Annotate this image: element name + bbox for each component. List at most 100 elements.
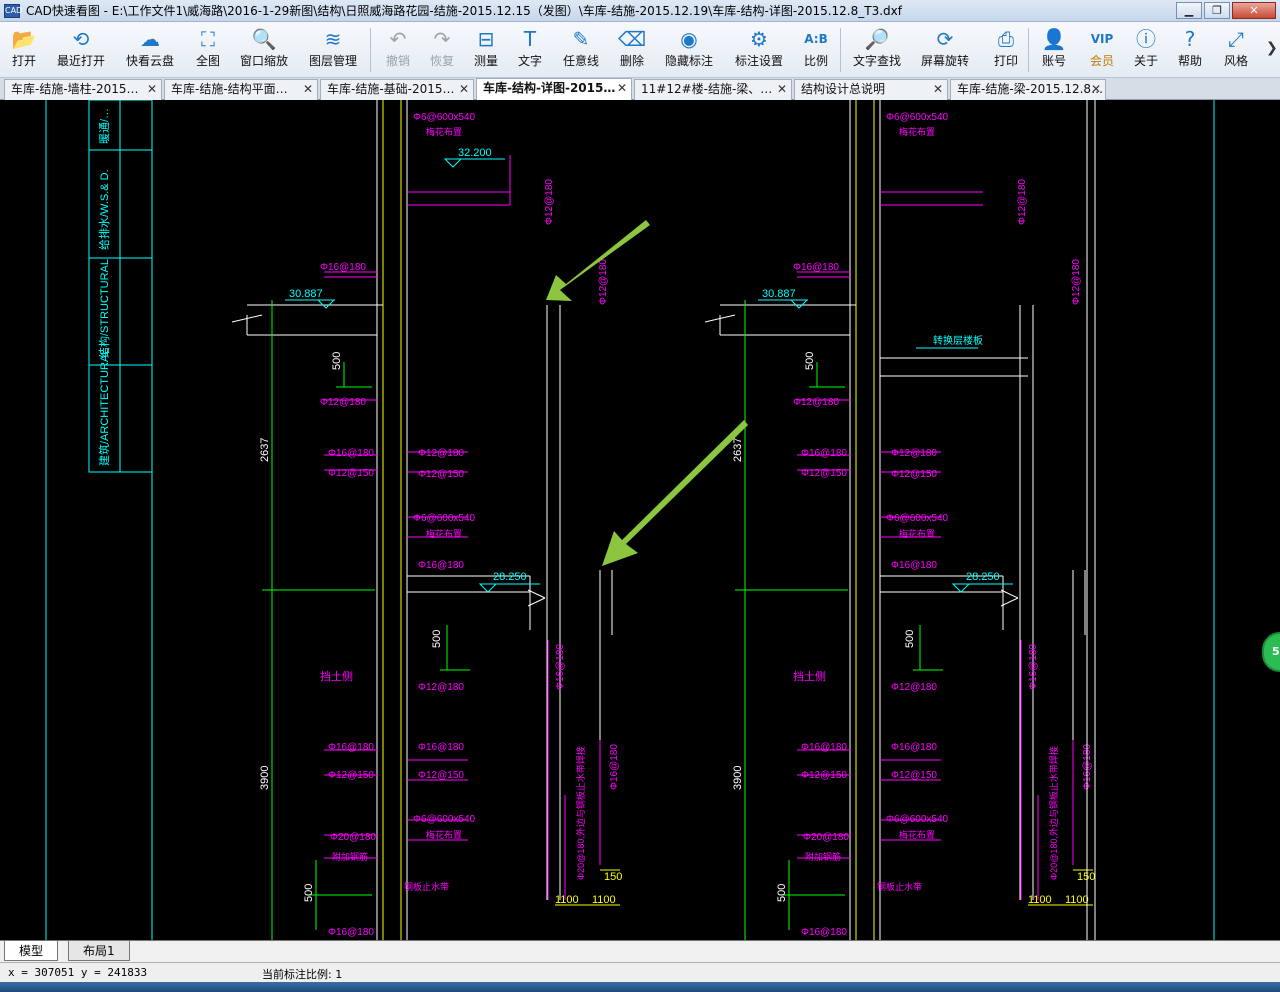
rebar-label: Φ12@180 xyxy=(320,397,366,408)
style-button[interactable]: ⤢ 风格 xyxy=(1216,26,1256,76)
help-button[interactable]: ? 帮助 xyxy=(1170,26,1210,76)
tab-close-icon[interactable]: ✕ xyxy=(617,79,627,98)
elevation-label: 28.250 xyxy=(493,571,527,583)
drawing-canvas[interactable]: 暖通/… 给排水/W.S.& D. 结构/STRUCTURAL 建筑/ARCHI… xyxy=(0,100,1280,940)
toolbar-label: 最近打开 xyxy=(56,54,105,68)
elevation-marker xyxy=(316,299,336,309)
open-folder-icon: 📂 xyxy=(11,27,37,51)
redo-icon: ↷ xyxy=(433,27,451,51)
rebar-label: Φ16@180 xyxy=(418,742,464,753)
annotation-settings-button[interactable]: ⚙ 标注设置 xyxy=(728,26,790,76)
side-label-hvac: 暖通/… xyxy=(98,108,111,144)
dimension-label: 500 xyxy=(904,630,916,648)
window-zoom-icon: 🔍 xyxy=(251,27,277,51)
open-folder-button[interactable]: 📂 打开 xyxy=(4,26,44,76)
print-button[interactable]: ⎙ 打印 xyxy=(984,26,1028,76)
rebar-label: Φ16@180 xyxy=(418,560,464,571)
restore-button[interactable]: ❐ xyxy=(1204,2,1230,19)
annotation-settings-icon: ⚙ xyxy=(750,27,768,51)
toolbar-label: 屏幕旋转 xyxy=(920,54,969,68)
minimize-button[interactable]: ▁ xyxy=(1176,2,1202,19)
vip-button[interactable]: VIP 会员 xyxy=(1082,26,1122,76)
cad-line xyxy=(527,597,546,607)
dimension-label: 500 xyxy=(804,352,816,370)
measure-icon: ⊟ xyxy=(477,27,495,51)
document-tab[interactable]: 车库-结施-结构平面… ✕ xyxy=(164,79,318,100)
style-icon: ⤢ xyxy=(1228,27,1244,51)
eraser-button[interactable]: ⌫ 删除 xyxy=(612,26,652,76)
dimension-label: 150 xyxy=(604,871,622,883)
document-tab-bar: 车库-结施-墙柱-2015… ✕ 车库-结施-结构平面… ✕ 车库-结施-基础-2015… xyxy=(0,78,1280,100)
close-button[interactable]: ✕ xyxy=(1232,2,1276,19)
dimension-label: 500 xyxy=(431,630,443,648)
dimension-label: 3900 xyxy=(732,766,744,790)
note-label: 梅花布置 xyxy=(899,126,935,137)
redo-button[interactable]: ↷ 恢复 xyxy=(422,26,462,76)
toolbar-label: 关于 xyxy=(1133,54,1158,68)
fullview-button[interactable]: ⛶ 全图 xyxy=(186,26,230,76)
document-tab[interactable]: 车库-结施-墙柱-2015… ✕ xyxy=(4,79,162,100)
elevation-label: 32.200 xyxy=(458,147,492,159)
toolbar-overflow-icon[interactable]: ❯ xyxy=(1266,40,1278,56)
rebar-label: Φ12@150 xyxy=(801,468,847,479)
note-label: 钢板止水带 xyxy=(877,881,922,892)
note-label: 挡土侧 xyxy=(793,669,826,683)
tab-close-icon[interactable]: ✕ xyxy=(147,80,157,99)
toolbar-label: 文字查找 xyxy=(852,54,901,68)
dimension-label: 500 xyxy=(776,884,788,902)
toolbar-label: 文字 xyxy=(517,54,542,68)
hide-annotation-button[interactable]: ◉ 隐藏标注 xyxy=(660,26,718,76)
rebar-label: Φ12@180 xyxy=(891,448,937,459)
toolbar-label: 撤销 xyxy=(385,54,410,68)
tab-close-icon[interactable]: ✕ xyxy=(303,80,313,99)
document-tab[interactable]: 结构设计总说明 ✕ xyxy=(794,79,948,100)
tab-close-icon[interactable]: ✕ xyxy=(459,80,469,99)
document-tab[interactable]: 车库-结施-基础-2015… ✕ xyxy=(320,79,474,100)
layout-tab-model[interactable]: 模型 xyxy=(4,941,59,961)
side-label-plumbing: 给排水/W.S.& D. xyxy=(97,169,111,250)
scale-button[interactable]: A:B 比例 xyxy=(796,26,836,76)
fullview-icon: ⛶ xyxy=(201,27,215,51)
undo-button[interactable]: ↶ 撤销 xyxy=(378,26,418,76)
document-tab[interactable]: 车库-结施-梁-2015.12.8… ✕ xyxy=(950,79,1106,100)
tab-close-icon[interactable]: ✕ xyxy=(1091,80,1101,99)
note-label: 附加钢筋 xyxy=(332,851,368,862)
note-label: 梅花布置 xyxy=(899,528,935,539)
dimension-label: 2637 xyxy=(259,438,271,462)
dimension-label: 3900 xyxy=(259,766,271,790)
print-icon: ⎙ xyxy=(998,27,1014,51)
note-label: Φ20@180,外边与钢板止水带焊接 xyxy=(1048,746,1059,880)
side-label-structural: 结构/STRUCTURAL xyxy=(97,259,111,358)
elevation-label: 30.887 xyxy=(289,288,323,300)
text-button[interactable]: T 文字 xyxy=(512,26,548,76)
about-button[interactable]: ⓘ 关于 xyxy=(1126,26,1166,76)
document-tab[interactable]: 车库-结构-详图-2015… ✕ xyxy=(476,78,632,100)
main-toolbar: 📂 打开 ⟲ 最近打开 ☁ 快看云盘 ⛶ 全图 🔍 窗口缩放 ≋ 图层管理 ↶ 撤销 ↷ 恢复 ⊟ 测量 T 文字 ✎ 任… xyxy=(0,22,1280,78)
measure-button[interactable]: ⊟ 测量 xyxy=(466,26,506,76)
window-zoom-button[interactable]: 🔍 窗口缩放 xyxy=(234,26,294,76)
note-label: 钢板止水带 xyxy=(404,881,449,892)
title-bar: CAD CAD快速看图 - E:\工作文件1\威海路\2016-1-29新图\结… xyxy=(0,0,1280,22)
rebar-label: Φ12@180 xyxy=(1071,259,1082,305)
rotate-screen-button[interactable]: ⟳ 屏幕旋转 xyxy=(914,26,976,76)
rebar-label: Φ16@180 xyxy=(891,742,937,753)
layout-tab-layout1[interactable]: 布局1 xyxy=(68,941,130,961)
tab-label: 车库-结构-详图-2015… xyxy=(483,81,616,95)
cloud-button[interactable]: ☁ 快看云盘 xyxy=(118,26,182,76)
rebar-label: Φ12@180 xyxy=(1017,179,1028,225)
hide-annotation-icon: ◉ xyxy=(680,27,698,51)
rebar-label: Φ6@600x540 xyxy=(413,814,475,825)
dimension-label: 2637 xyxy=(732,438,744,462)
layers-button[interactable]: ≋ 图层管理 xyxy=(302,26,364,76)
rebar-label: Φ12@180 xyxy=(418,448,464,459)
toolbar-label: 账号 xyxy=(1041,54,1066,68)
document-tab[interactable]: 11#12#楼-结施-梁、… ✕ xyxy=(634,79,792,100)
text-search-button[interactable]: 🔎 文字查找 xyxy=(846,26,908,76)
rebar-label: Φ20@180 xyxy=(803,832,849,843)
tab-close-icon[interactable]: ✕ xyxy=(933,80,943,99)
tab-close-icon[interactable]: ✕ xyxy=(777,80,787,99)
recent-button[interactable]: ⟲ 最近打开 xyxy=(52,26,110,76)
rebar-label: Φ6@600x540 xyxy=(886,513,948,524)
freeline-button[interactable]: ✎ 任意线 xyxy=(558,26,604,76)
account-button[interactable]: 👤 账号 xyxy=(1034,26,1074,76)
